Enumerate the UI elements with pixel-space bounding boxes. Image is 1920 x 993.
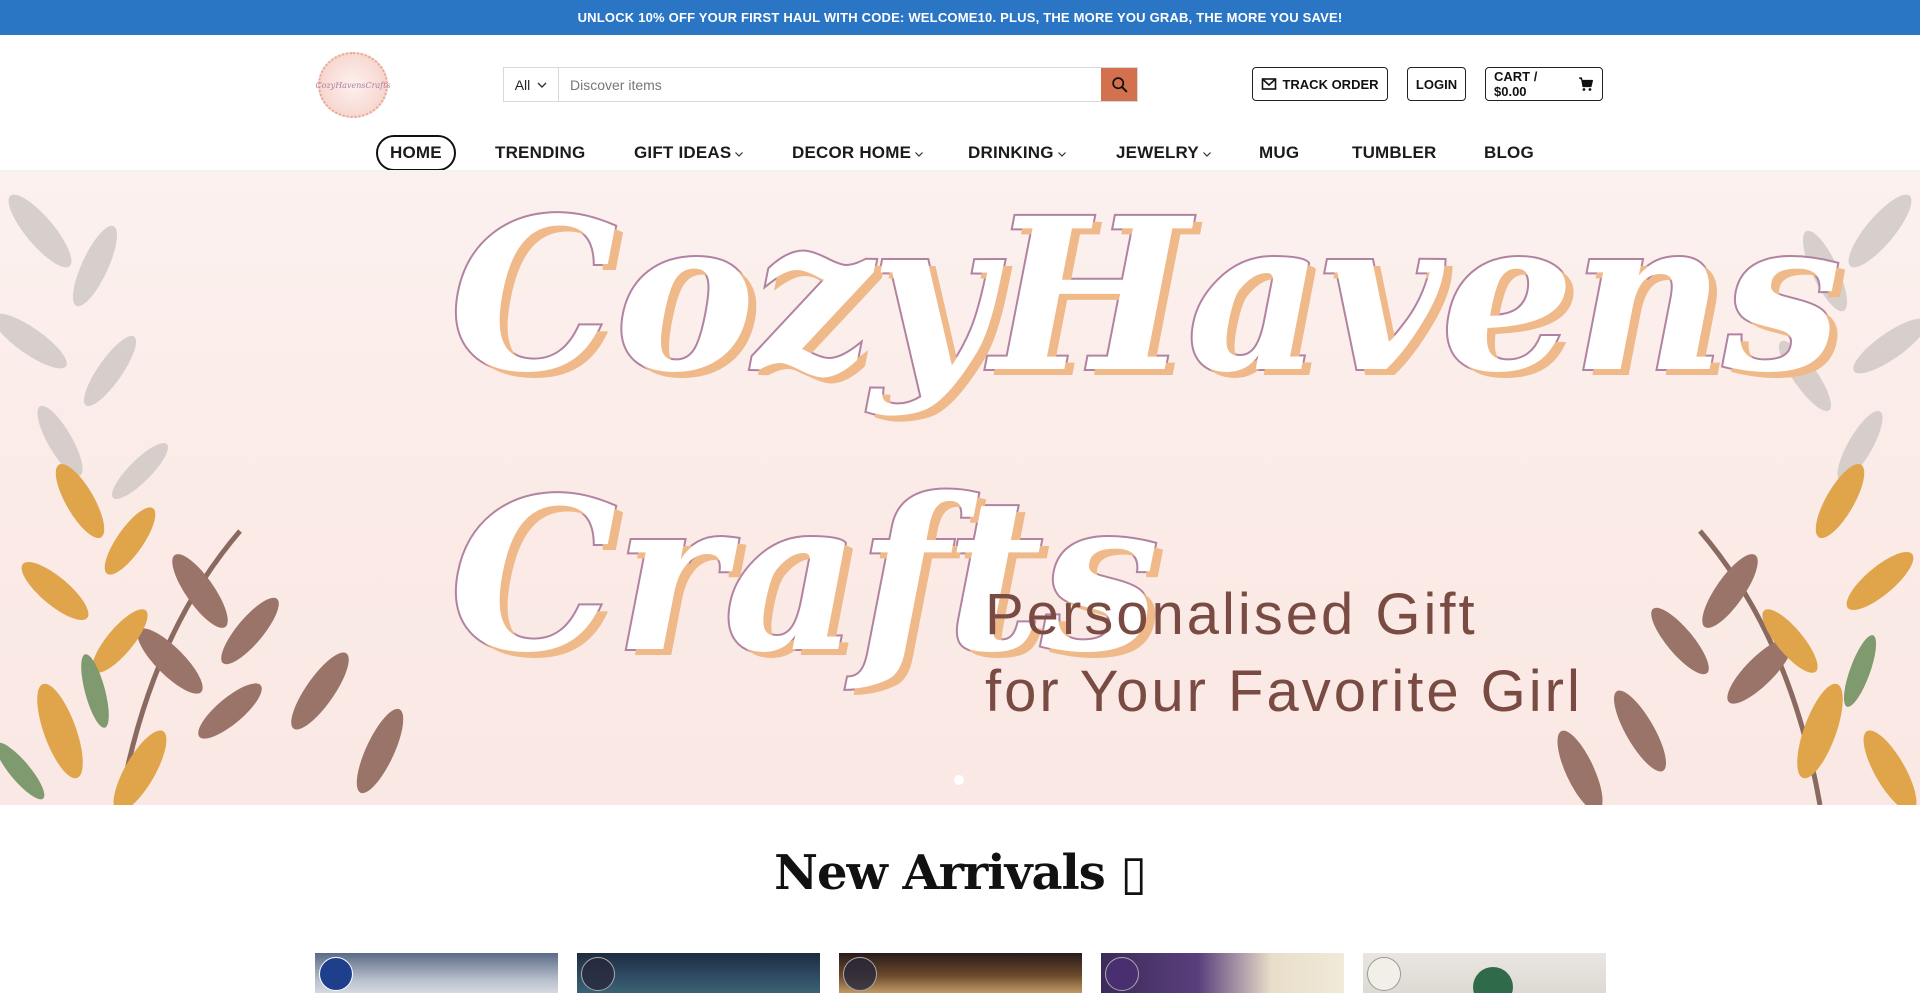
logo-text: CozyHavensCrafts (315, 80, 391, 90)
login-button[interactable]: LOGIN (1407, 67, 1466, 101)
promo-banner: UNLOCK 10% OFF YOUR FIRST HAUL WITH CODE… (0, 0, 1920, 35)
login-label: LOGIN (1415, 76, 1458, 92)
nav-item-mug[interactable]: MUG (1259, 135, 1299, 171)
mail-icon (1262, 78, 1277, 90)
nav-item-decor-home[interactable]: DECOR HOME (792, 135, 924, 171)
product-card[interactable] (1363, 953, 1606, 993)
site-logo[interactable]: CozyHavensCrafts (315, 52, 391, 118)
product-card[interactable] (577, 953, 820, 993)
nav-item-label: MUG (1259, 143, 1300, 162)
nav-item-label: GIFT IDEAS (634, 143, 732, 162)
new-arrivals-heading: New Arrivals ▯ (774, 845, 1147, 901)
cart-button[interactable]: CART / $0.00 (1485, 67, 1603, 101)
nav-item-label: DRINKING (968, 143, 1054, 162)
brand-badge-icon (581, 957, 615, 991)
track-order-button[interactable]: TRACK ORDER (1252, 67, 1388, 101)
nav-item-blog[interactable]: BLOG (1484, 135, 1534, 171)
search-button[interactable] (1101, 68, 1137, 101)
nav-item-tumbler[interactable]: TUMBLER (1352, 135, 1437, 171)
search-icon (1111, 77, 1127, 93)
nav-item-home[interactable]: HOME (376, 135, 456, 171)
search-input[interactable] (559, 68, 1101, 101)
cart-icon (1579, 77, 1594, 91)
tumbler-image (1473, 967, 1513, 993)
track-order-label: TRACK ORDER (1282, 76, 1379, 92)
nav-item-label: DECOR HOME (792, 143, 912, 162)
nav-item-label: TRENDING (495, 143, 586, 162)
chevron-down-icon (1203, 151, 1211, 157)
nav-item-label: BLOG (1484, 143, 1534, 162)
nav-item-jewelry[interactable]: JEWELRY (1116, 135, 1212, 171)
chevron-down-icon (735, 151, 744, 157)
hero-banner[interactable]: CozyHavens Crafts Personalised Gift for … (0, 171, 1920, 805)
nav-item-label: HOME (390, 143, 442, 162)
chevron-down-icon (915, 151, 924, 157)
brand-badge-icon (1367, 957, 1401, 991)
nav-item-gift-ideas[interactable]: GIFT IDEAS (634, 135, 744, 171)
chevron-down-icon (1057, 151, 1066, 157)
slider-dot[interactable] (954, 775, 964, 785)
hero-title-line2: Crafts (448, 452, 1161, 699)
nasa-logo-icon (319, 957, 353, 991)
nav-item-drinking[interactable]: DRINKING (968, 135, 1067, 171)
search-bar: All (503, 67, 1138, 102)
hero-title-line1: CozyHavens (448, 172, 1844, 419)
nav-item-label: JEWELRY (1116, 143, 1199, 162)
hero-subtitle-line1: Personalised Gift (985, 582, 1478, 647)
promo-text: UNLOCK 10% OFF YOUR FIRST HAUL WITH CODE… (577, 10, 1343, 25)
nav-item-label: TUMBLER (1352, 143, 1437, 162)
brand-badge-icon (843, 957, 877, 991)
search-category-value: All (514, 76, 531, 93)
hero-subtitle-line2: for Your Favorite Girl (985, 659, 1583, 724)
nav-item-trending[interactable]: TRENDING (495, 135, 585, 171)
product-card[interactable] (1101, 953, 1344, 993)
brand-badge-icon (1105, 957, 1139, 991)
cart-label: CART / $0.00 (1494, 69, 1538, 99)
product-card[interactable] (315, 953, 558, 993)
main-nav: HOME TRENDING GIFT IDEAS DECOR HOME DRIN… (0, 135, 1920, 171)
chevron-down-icon (537, 82, 547, 88)
search-category-select[interactable]: All (504, 68, 559, 101)
product-card[interactable] (839, 953, 1082, 993)
